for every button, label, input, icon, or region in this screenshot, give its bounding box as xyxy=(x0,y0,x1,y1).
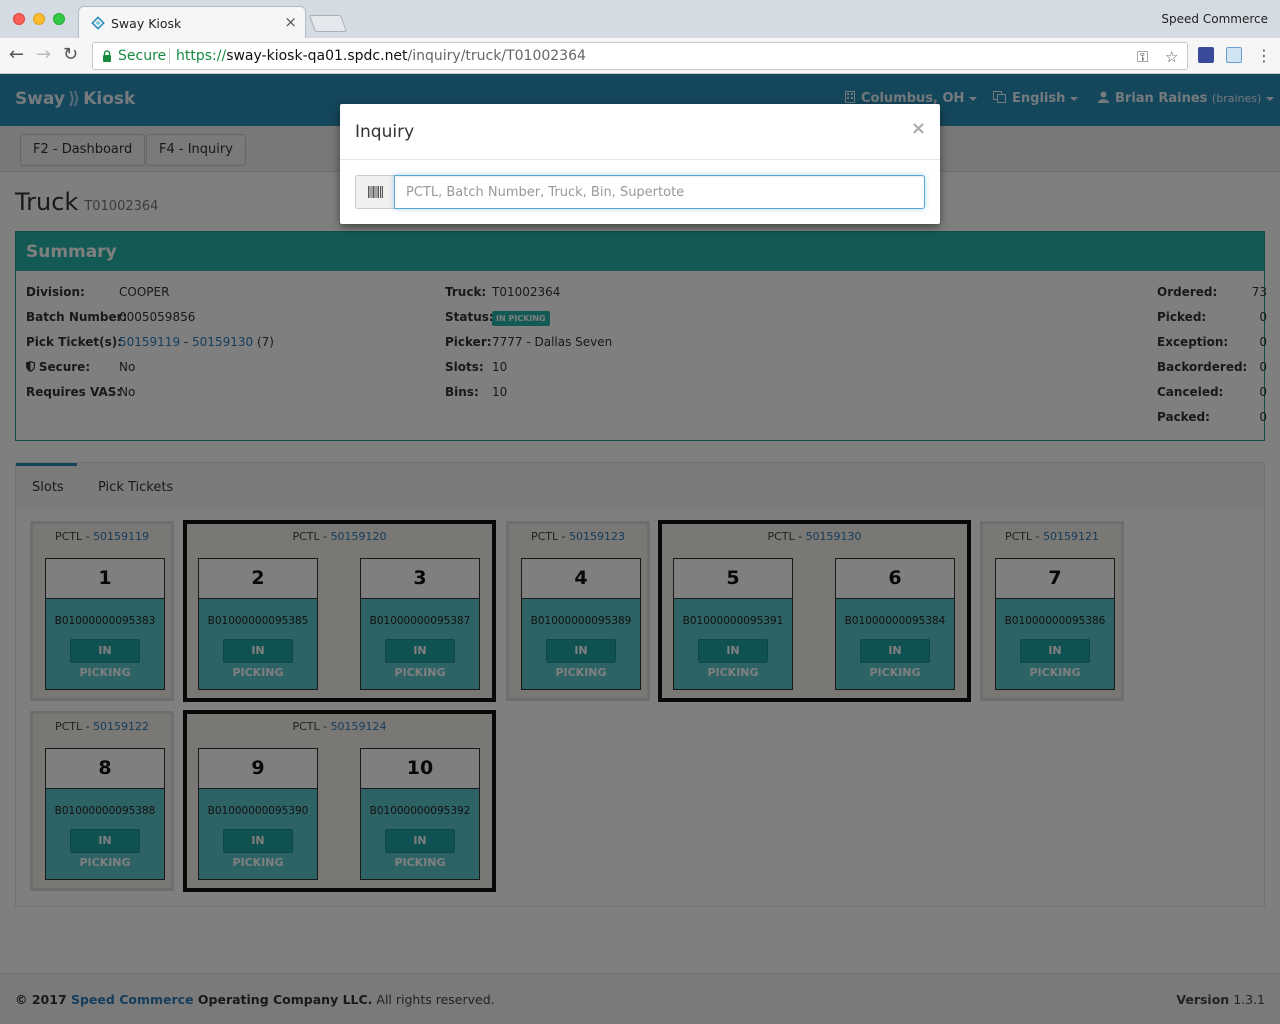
url-text[interactable]: https://sway-kiosk-qa01.spdc.net/inquiry… xyxy=(176,48,586,64)
browser-titlebar: Sway Kiosk × Speed Commerce xyxy=(0,0,1280,38)
secure-label: Secure xyxy=(118,48,167,64)
extension-screenshot-icon[interactable] xyxy=(1226,47,1242,63)
browser-tab[interactable]: Sway Kiosk × xyxy=(78,6,306,38)
address-separator xyxy=(169,48,170,64)
window-minimize-button[interactable] xyxy=(33,13,45,25)
browser-menu-icon[interactable]: ⋮ xyxy=(1256,46,1272,66)
inquiry-search-input[interactable] xyxy=(394,175,925,209)
bookmark-star-icon[interactable]: ☆ xyxy=(1165,48,1178,66)
new-tab-button[interactable] xyxy=(308,15,348,32)
back-arrow-icon[interactable]: ← xyxy=(9,45,24,65)
close-icon[interactable]: × xyxy=(911,118,926,139)
lock-icon xyxy=(103,50,111,62)
sway-favicon-icon xyxy=(91,16,105,30)
reload-icon[interactable]: ↻ xyxy=(63,45,78,65)
modal-header: Inquiry × xyxy=(340,104,940,160)
url-host: sway-kiosk-qa01.spdc.net xyxy=(226,48,408,64)
barcode-icon xyxy=(368,186,383,198)
key-icon[interactable]: ⚿ xyxy=(1137,48,1148,66)
url-path: /inquiry/truck/T01002364 xyxy=(407,48,586,64)
inquiry-modal: Inquiry × xyxy=(340,104,940,224)
browser-profile-name[interactable]: Speed Commerce xyxy=(1161,12,1268,26)
tab-close-icon[interactable]: × xyxy=(284,13,297,31)
tab-title: Sway Kiosk xyxy=(111,16,182,31)
browser-toolbar: ← → ↻ Secure https://sway-kiosk-qa01.spd… xyxy=(0,38,1280,74)
window-close-button[interactable] xyxy=(13,13,25,25)
inquiry-input-group xyxy=(355,175,925,209)
window-maximize-button[interactable] xyxy=(53,13,65,25)
forward-arrow-icon[interactable]: → xyxy=(36,45,51,65)
address-bar[interactable]: Secure https://sway-kiosk-qa01.spdc.net/… xyxy=(92,42,1188,70)
modal-title: Inquiry xyxy=(355,122,415,142)
barcode-addon xyxy=(355,175,395,209)
url-scheme: https:// xyxy=(176,48,227,64)
extension-icon[interactable] xyxy=(1198,47,1214,63)
